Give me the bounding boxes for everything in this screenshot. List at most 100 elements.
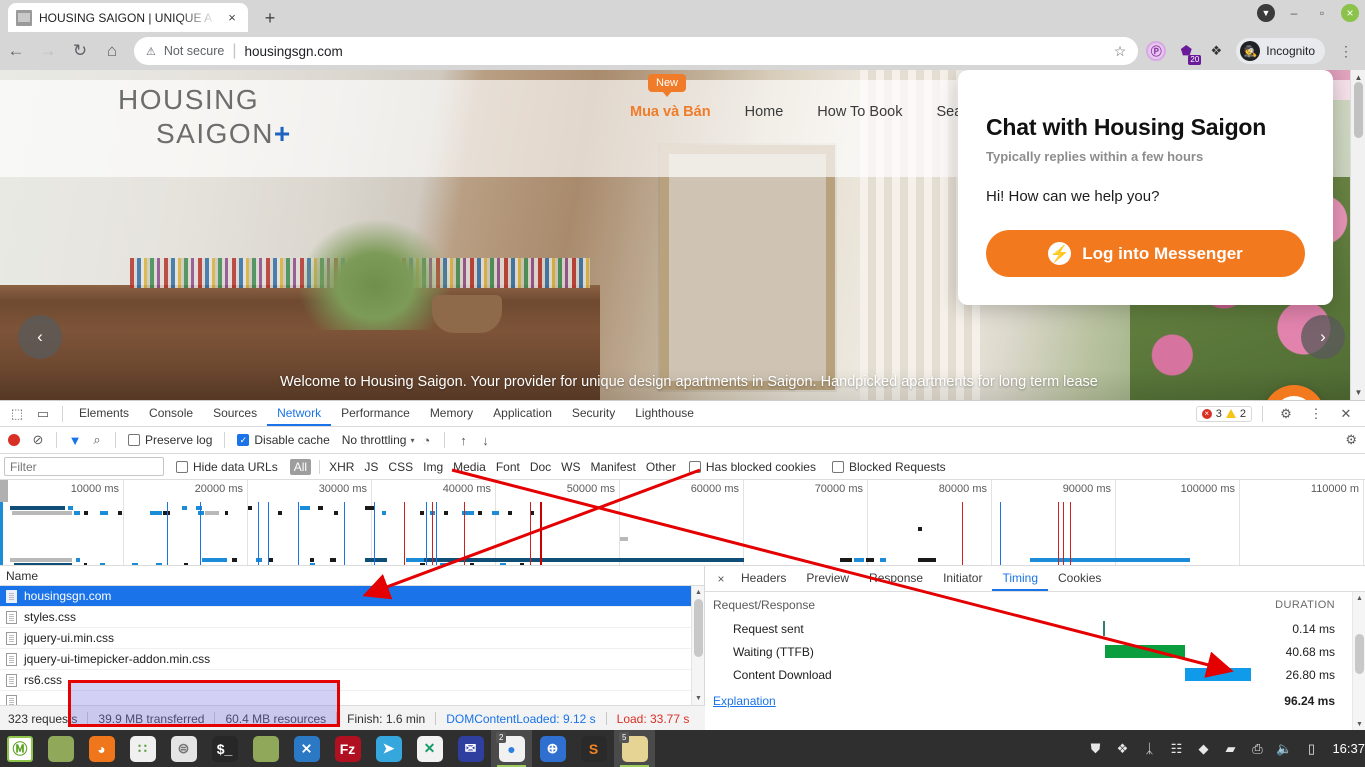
chrome-icon[interactable]: ● 2 <box>491 730 532 767</box>
globe-icon[interactable]: ⊕ <box>532 730 573 767</box>
scroll-up-icon[interactable]: ▲ <box>1353 592 1365 605</box>
colors-icon[interactable]: ☷ <box>1167 740 1185 758</box>
file-manager-icon[interactable] <box>245 730 286 767</box>
filter-type-font[interactable]: Font <box>495 460 521 474</box>
network-settings-gear-icon[interactable]: ⚙ <box>1345 432 1365 448</box>
carousel-prev-button[interactable]: ‹ <box>18 315 62 359</box>
detail-close-icon[interactable]: × <box>711 569 731 589</box>
detail-tab-preview[interactable]: Preview <box>796 566 859 591</box>
forward-button[interactable]: → <box>32 35 64 67</box>
scroll-thumb[interactable] <box>1355 634 1364 674</box>
detail-tab-headers[interactable]: Headers <box>731 566 796 591</box>
window-minimize-icon[interactable]: – <box>1285 4 1303 22</box>
request-list[interactable]: housingsgn.com styles.css jquery-ui.min.… <box>0 586 704 705</box>
page-scroll-thumb[interactable] <box>1354 82 1363 138</box>
tab-elements[interactable]: Elements <box>69 401 139 426</box>
taskbar-clock[interactable]: 16:37 <box>1330 741 1365 756</box>
import-har-icon[interactable]: ↑ <box>453 430 473 450</box>
page-scrollbar[interactable]: ▲ ▼ <box>1350 70 1365 400</box>
scroll-thumb[interactable] <box>694 599 703 657</box>
filter-type-manifest[interactable]: Manifest <box>590 460 637 474</box>
page-scroll-down-icon[interactable]: ▼ <box>1351 385 1365 400</box>
record-button[interactable] <box>8 434 20 446</box>
window-menu-icon[interactable]: ▼ <box>1257 4 1275 22</box>
filezilla-icon[interactable]: Fz <box>327 730 368 767</box>
scroll-down-icon[interactable]: ▼ <box>692 692 705 705</box>
carousel-next-button[interactable]: › <box>1301 315 1345 359</box>
log-into-messenger-button[interactable]: ⚡ Log into Messenger <box>986 230 1305 277</box>
printer-icon[interactable]: ⎙ <box>1248 740 1266 758</box>
window-close-icon[interactable]: × <box>1341 4 1359 22</box>
filter-type-all[interactable]: All <box>289 458 312 475</box>
extensions-puzzle-icon[interactable]: ❖ <box>1206 41 1226 61</box>
filter-type-media[interactable]: Media <box>452 460 487 474</box>
has-blocked-cookies-checkbox[interactable]: Has blocked cookies <box>685 460 820 474</box>
detail-tab-initiator[interactable]: Initiator <box>933 566 992 591</box>
preserve-log-checkbox[interactable]: Preserve log <box>124 433 216 447</box>
request-list-header[interactable]: Name <box>0 566 704 586</box>
detail-tab-timing[interactable]: Timing <box>992 566 1049 591</box>
site-logo[interactable]: HOUSING SAIGON+ <box>118 86 292 148</box>
overview-selection-edge[interactable] <box>0 502 3 565</box>
disable-cache-checkbox[interactable]: ✓ Disable cache <box>233 433 333 447</box>
back-button[interactable]: ← <box>0 35 32 67</box>
battery-icon[interactable]: ▯ <box>1302 740 1320 758</box>
filter-type-css[interactable]: CSS <box>387 460 414 474</box>
nav-item-home[interactable]: Home <box>745 104 784 120</box>
request-list-scrollbar[interactable]: ▲ ▼ <box>691 586 704 705</box>
preserve-log-box[interactable] <box>128 434 140 446</box>
nav-item-mua-va-ban[interactable]: New Mua và Bán <box>630 74 711 120</box>
table-row[interactable]: styles.css <box>0 607 704 628</box>
detail-tab-response[interactable]: Response <box>859 566 933 591</box>
folder-tray-icon[interactable]: ▰ <box>1221 740 1239 758</box>
issues-counter[interactable]: × 3 2 <box>1195 405 1252 422</box>
export-har-icon[interactable]: ↓ <box>475 430 495 450</box>
xmind-icon[interactable]: ✕ <box>409 730 450 767</box>
hide-data-urls-checkbox[interactable]: Hide data URLs <box>172 460 282 474</box>
filter-type-ws[interactable]: WS <box>560 460 581 474</box>
notes-icon[interactable]: 5 <box>614 730 655 767</box>
sublime-text-icon[interactable]: S <box>573 730 614 767</box>
hide-data-urls-box[interactable] <box>176 460 188 473</box>
detail-scrollbar[interactable]: ▲ ▼ <box>1352 592 1365 731</box>
filter-type-img[interactable]: Img <box>422 460 444 474</box>
tab-close-icon[interactable]: × <box>224 10 240 26</box>
table-row[interactable] <box>0 691 704 705</box>
table-row[interactable]: rs6.css <box>0 670 704 691</box>
tab-memory[interactable]: Memory <box>420 401 483 426</box>
address-bar[interactable]: ⚠ Not secure | housingsgn.com ☆ <box>134 37 1139 65</box>
settings-toggle-icon[interactable]: ⊜ <box>163 730 204 767</box>
shield-icon[interactable]: ⛊ <box>1086 740 1104 758</box>
search-icon[interactable]: ⌕ <box>87 430 107 450</box>
bluetooth-icon[interactable]: ᛣ <box>1140 740 1158 758</box>
terminal-icon[interactable]: $_ <box>204 730 245 767</box>
network-overview-timeline[interactable]: 10000 ms 20000 ms 30000 ms 40000 ms 5000… <box>0 480 1365 566</box>
filter-type-other[interactable]: Other <box>645 460 677 474</box>
dropbox-icon[interactable]: ❖ <box>1113 740 1131 758</box>
inspect-element-icon[interactable]: ⬚ <box>4 402 30 426</box>
calculator-icon[interactable]: ∷ <box>122 730 163 767</box>
privacy-badger-icon[interactable]: Ⓟ <box>1146 41 1167 61</box>
tab-lighthouse[interactable]: Lighthouse <box>625 401 704 426</box>
table-row[interactable]: housingsgn.com <box>0 586 704 607</box>
filter-icon[interactable]: ▼ <box>65 430 85 450</box>
filter-type-xhr[interactable]: XHR <box>328 460 355 474</box>
clear-network-log-icon[interactable]: ⊘ <box>28 430 48 450</box>
tab-network[interactable]: Network <box>267 401 332 426</box>
reload-button[interactable]: ↻ <box>64 35 96 67</box>
tab-application[interactable]: Application <box>483 401 562 426</box>
telegram-icon[interactable]: ➤ <box>368 730 409 767</box>
filter-type-doc[interactable]: Doc <box>529 460 552 474</box>
disable-cache-box[interactable]: ✓ <box>237 434 250 446</box>
volume-muted-icon[interactable]: 🔈 <box>1275 740 1293 758</box>
throttling-select[interactable]: No throttling ▾ <box>336 433 415 447</box>
filter-input[interactable] <box>4 457 164 476</box>
devtools-settings-icon[interactable]: ⚙ <box>1273 402 1299 426</box>
firefox-icon[interactable]: ◕ <box>81 730 122 767</box>
blocked-requests-box[interactable] <box>831 460 844 473</box>
new-tab-button[interactable]: + <box>256 6 284 30</box>
nav-item-how-to-book[interactable]: How To Book <box>817 104 902 120</box>
anydesk-icon[interactable]: ◆ <box>1194 740 1212 758</box>
window-maximize-icon[interactable]: ▫ <box>1313 4 1331 22</box>
mail-icon[interactable]: ✉ <box>450 730 491 767</box>
